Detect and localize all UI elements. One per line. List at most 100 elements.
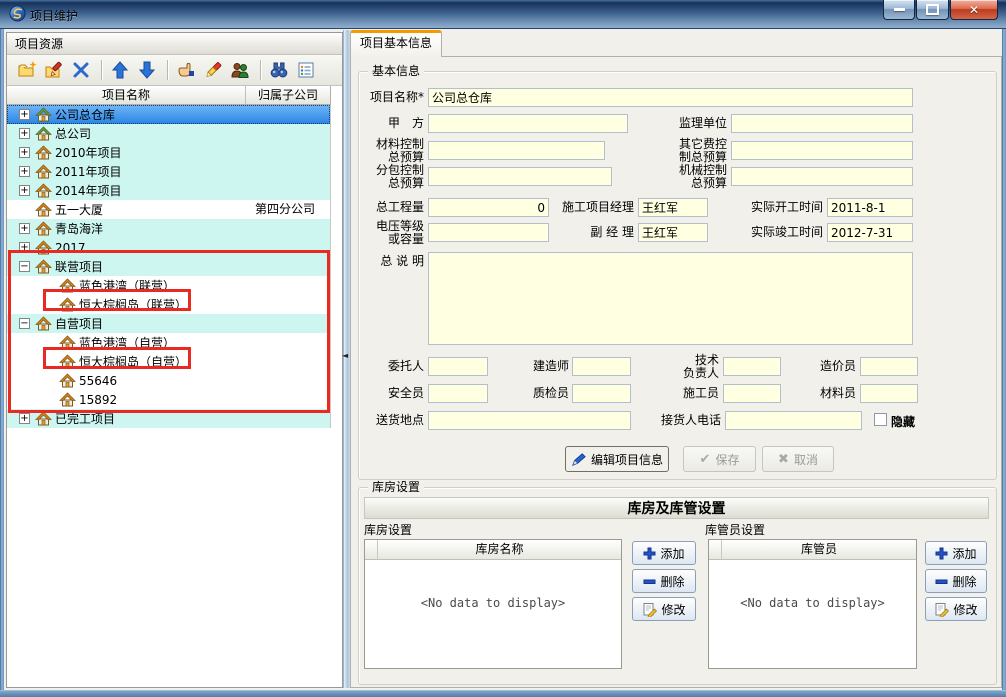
keeper-modify-button[interactable]: 修改: [925, 597, 987, 621]
search-icon[interactable]: [267, 58, 291, 82]
properties-icon[interactable]: [294, 58, 318, 82]
supervision-unit-input[interactable]: [731, 114, 913, 133]
hand-pointer-icon[interactable]: [174, 58, 198, 82]
material-budget-input[interactable]: [428, 141, 605, 160]
minus-icon: [935, 575, 948, 588]
minimize-button[interactable]: [883, 0, 915, 20]
splitter-collapse-icon[interactable]: ◄: [342, 351, 348, 360]
tree-row[interactable]: 五一大厦第四分公司: [7, 200, 330, 219]
subcontract-budget-label: 分包控制 总预算: [364, 164, 424, 190]
expand-icon[interactable]: +: [19, 185, 30, 196]
close-button[interactable]: ✕: [950, 0, 998, 20]
tree-column-company[interactable]: 归属子公司: [246, 86, 330, 104]
deputy-manager-input[interactable]: [638, 223, 708, 242]
hide-checkbox[interactable]: [874, 413, 887, 426]
tree-row[interactable]: +已完工项目: [7, 409, 330, 428]
total-quantity-input[interactable]: [428, 198, 549, 217]
project-manager-input[interactable]: [638, 198, 708, 217]
party-a-input[interactable]: [428, 114, 628, 133]
tree-row[interactable]: +2017: [7, 238, 330, 257]
collapse-icon[interactable]: −: [19, 318, 30, 329]
home-icon: [59, 392, 76, 408]
other-fee-budget-input[interactable]: [731, 141, 913, 160]
store-add-button[interactable]: 添加: [632, 541, 696, 565]
tree-row[interactable]: + 总公司: [7, 124, 330, 143]
new-folder-icon[interactable]: [15, 58, 39, 82]
site-worker-label: 施工员: [659, 387, 719, 400]
delivery-address-input[interactable]: [428, 411, 631, 430]
site-worker-input[interactable]: [723, 384, 781, 403]
expand-icon[interactable]: +: [19, 128, 30, 139]
window-frame-bottom: [0, 690, 1006, 697]
machinery-budget-input[interactable]: [731, 167, 913, 186]
tree-item-label: 五一大厦: [55, 201, 103, 218]
collapse-icon[interactable]: −: [19, 261, 30, 272]
tree-row[interactable]: +青岛海洋: [7, 219, 330, 238]
tree-row[interactable]: +2014年项目: [7, 181, 330, 200]
row-indicator-column: [365, 540, 378, 559]
builder-input[interactable]: [572, 357, 631, 376]
tree-row[interactable]: 恒大棕榈岛（自营）: [7, 352, 330, 371]
voltage-input[interactable]: [428, 223, 549, 242]
store-modify-button[interactable]: 修改: [632, 597, 696, 621]
edit-folder-icon[interactable]: [42, 58, 66, 82]
expand-icon[interactable]: +: [19, 166, 30, 177]
expand-icon[interactable]: +: [19, 223, 30, 234]
expand-icon[interactable]: +: [19, 109, 30, 120]
expand-icon[interactable]: +: [19, 242, 30, 253]
users-icon[interactable]: [228, 58, 252, 82]
cancel-button[interactable]: ✖ 取消: [762, 446, 834, 472]
warehouse-banner: 库房及库管设置: [364, 497, 989, 519]
tree-row[interactable]: 蓝色港湾（自营）: [7, 333, 330, 352]
delete-icon[interactable]: [69, 58, 93, 82]
other-fee-budget-label: 其它费控 制总预算: [667, 138, 727, 164]
cost-estimator-input[interactable]: [860, 357, 918, 376]
tree-row[interactable]: 蓝色港湾（联营）: [7, 276, 330, 295]
quality-inspector-input[interactable]: [572, 384, 631, 403]
pen-icon: [571, 452, 586, 467]
store-add-label: 添加: [660, 545, 684, 562]
tree-row[interactable]: +2010年项目: [7, 143, 330, 162]
tree-rows: +公司总仓库+总公司+2010年项目+2011年项目+2014年项目五一大厦第四…: [7, 105, 331, 428]
receiver-phone-input[interactable]: [725, 411, 862, 430]
project-name-input[interactable]: [428, 88, 913, 107]
tree-item-label: 总公司: [55, 125, 91, 142]
tree-row[interactable]: − 联营项目: [7, 257, 330, 276]
actual-finish-input[interactable]: [827, 223, 913, 242]
home-icon: [59, 278, 76, 294]
store-remove-button[interactable]: 删除: [632, 569, 696, 593]
store-column-header[interactable]: 库房名称: [378, 540, 621, 559]
tree-item-label: 恒大棕榈岛（联营）: [79, 296, 187, 313]
tree-item-label: 联营项目: [55, 258, 103, 275]
save-button[interactable]: ✔ 保存: [683, 446, 756, 472]
tree-column-name[interactable]: 项目名称: [7, 86, 246, 104]
keeper-add-button[interactable]: 添加: [925, 541, 987, 565]
general-note-textarea[interactable]: [428, 252, 913, 345]
actual-start-input[interactable]: [827, 198, 913, 217]
tree-row[interactable]: 55646: [7, 371, 330, 390]
hide-checkbox-label: 隐藏: [891, 413, 915, 430]
cancel-button-label: 取消: [794, 451, 818, 468]
keeper-remove-button[interactable]: 删除: [925, 569, 987, 593]
tree-row[interactable]: +公司总仓库: [7, 105, 330, 124]
maximize-button[interactable]: [916, 0, 949, 20]
edit-project-button[interactable]: 编辑项目信息: [565, 446, 669, 472]
safety-officer-input[interactable]: [428, 384, 488, 403]
keeper-column-header[interactable]: 库管员: [722, 540, 916, 559]
material-officer-input[interactable]: [860, 384, 918, 403]
expand-icon[interactable]: +: [19, 147, 30, 158]
tech-leader-input[interactable]: [723, 357, 781, 376]
tree-row[interactable]: 15892: [7, 390, 330, 409]
tree-row[interactable]: −自营项目: [7, 314, 330, 333]
eraser-icon[interactable]: [201, 58, 225, 82]
tree-row[interactable]: 恒大棕榈岛（联营）: [7, 295, 330, 314]
move-down-icon[interactable]: [135, 58, 159, 82]
move-up-icon[interactable]: [108, 58, 132, 82]
expand-icon[interactable]: +: [19, 413, 30, 424]
tree-row[interactable]: +2011年项目: [7, 162, 330, 181]
tab-project-basic-info[interactable]: 项目基本信息: [350, 30, 442, 57]
tree-toolbar: [7, 55, 342, 86]
total-quantity-label: 总工程量: [364, 201, 424, 214]
consignor-input[interactable]: [428, 357, 488, 376]
subcontract-budget-input[interactable]: [428, 167, 612, 186]
